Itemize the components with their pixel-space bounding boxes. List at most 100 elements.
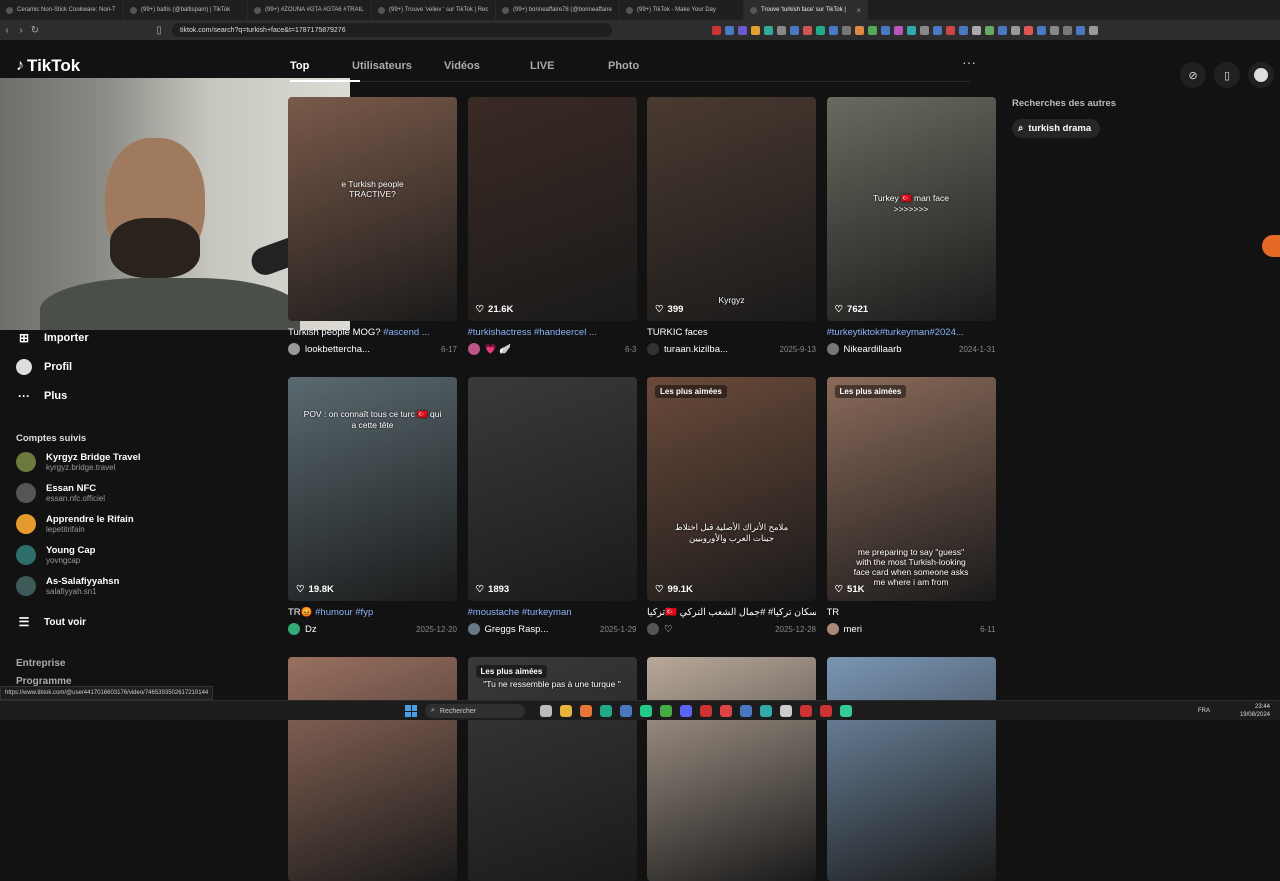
extension-icon[interactable] [712, 25, 721, 35]
browser-tab[interactable]: Trouve 'turkish face' sur TikTok | × [744, 0, 868, 20]
taskbar-app-icon[interactable] [620, 705, 632, 717]
tab-photo[interactable]: Photo [608, 60, 668, 80]
browser-tab[interactable]: Ceramic Non-Stick Cookware: Non-T [0, 0, 124, 20]
extension-icon[interactable] [725, 25, 734, 35]
compass-icon[interactable]: ⊘ [1180, 62, 1206, 88]
extension-icon[interactable] [790, 25, 799, 35]
extension-icon[interactable] [816, 25, 825, 35]
url-field[interactable]: tiktok.com/search?q=turkish+face&t=17871… [172, 23, 612, 37]
followed-account[interactable]: Young Cap yovngcap [16, 545, 95, 565]
author-name[interactable]: Dz [305, 624, 317, 635]
video-thumbnail[interactable]: Les plus aimées ملامح الأتراك الأصلية قبل… [647, 377, 816, 601]
taskbar-app-icon[interactable] [680, 705, 692, 717]
extension-icon[interactable] [1050, 25, 1059, 35]
back-icon[interactable]: ‹ [0, 25, 14, 36]
video-thumbnail[interactable]: POV : on connaît tous ce turc 🇹🇷 qui a c… [288, 377, 457, 601]
browser-tab[interactable]: (99+) TikTok - Make Your Day [620, 0, 744, 20]
extension-icon[interactable] [855, 25, 864, 35]
extension-icon[interactable] [803, 25, 812, 35]
followed-account[interactable]: As-Salafiyyahsn salafiyyah.sn1 [16, 576, 119, 596]
sidebar-import[interactable]: ⊞ Importer [16, 330, 89, 346]
browser-tab[interactable]: (99+) baltis (@baltispam) | TikTok [124, 0, 248, 20]
video-thumbnail[interactable]: Les plus aimées me preparing to say "gues… [826, 377, 996, 601]
video-card[interactable]: Kyrgyz ♡ 399 TURKIC faces turaan.kizilba... 2… [647, 97, 816, 355]
extension-icon[interactable] [894, 25, 903, 35]
author-name[interactable]: Nikeardillaarb [844, 344, 902, 355]
footer-entreprise[interactable]: Entreprise [16, 658, 65, 669]
extension-icon[interactable] [985, 25, 994, 35]
author-name[interactable]: meri [844, 624, 862, 635]
more-options-icon[interactable]: ··· [962, 54, 976, 70]
extension-icon[interactable] [907, 25, 916, 35]
followed-account[interactable]: Essan NFC essan.nfc.officiel [16, 483, 105, 503]
tab-live[interactable]: LIVE [530, 60, 608, 80]
taskbar-app-icon[interactable] [660, 705, 672, 717]
video-thumbnail[interactable]: Turkey 🇹🇷 man face >>>>>>> ♡ 7621 [826, 97, 996, 321]
extension-icon[interactable] [881, 25, 890, 35]
extension-icon[interactable] [933, 25, 942, 35]
video-description[interactable]: TR😡 #humour #fyp [288, 607, 457, 618]
taskbar-app-icon[interactable] [820, 705, 832, 717]
video-thumbnail[interactable]: Kyrgyz ♡ 399 [647, 97, 816, 321]
taskbar-app-icon[interactable] [560, 705, 572, 717]
taskbar-app-icon[interactable] [840, 705, 852, 717]
video-description[interactable]: #moustache #turkeyman [468, 607, 637, 618]
browser-tab[interactable]: (99+) bonneaffaire78 (@bonneaffaire [496, 0, 620, 20]
author-name[interactable]: 💗 🪽 [485, 344, 511, 355]
avatar[interactable] [1248, 62, 1274, 88]
video-card[interactable]: Les plus aimées me preparing to say "gues… [826, 377, 996, 635]
desc-hashtags[interactable]: #moustache #turkeyman [468, 607, 572, 618]
phone-icon[interactable]: ▯ [1214, 62, 1240, 88]
taskbar-app-icon[interactable] [640, 705, 652, 717]
taskbar-app-icon[interactable] [800, 705, 812, 717]
author-name[interactable]: lookbettercha... [305, 344, 370, 355]
see-all-link[interactable]: ☰ Tout voir [16, 614, 86, 630]
tiktok-logo[interactable]: ♪ TikTok [16, 56, 80, 76]
extension-icon[interactable] [972, 25, 981, 35]
followed-account[interactable]: Apprendre le Rifain lepetitrifain [16, 514, 134, 534]
desc-hashtags[interactable]: #turkeytiktok#turkeyman#2024... [827, 327, 964, 338]
video-card[interactable]: ♡ 21.6K #turkishactress #handeercel ... 💗 🪽… [467, 97, 637, 355]
extension-icon[interactable] [868, 25, 877, 35]
video-card[interactable]: Les plus aimées ملامح الأتراك الأصلية قبل… [647, 377, 816, 635]
extension-icon[interactable] [764, 25, 773, 35]
tab-utilisateurs[interactable]: Utilisateurs [352, 60, 444, 80]
taskbar-app-icon[interactable] [580, 705, 592, 717]
video-thumbnail[interactable] [647, 657, 816, 881]
video-card[interactable]: ♡ 1893 #moustache #turkeyman Greggs Rasp...… [467, 377, 637, 635]
video-description[interactable]: Turkish people MOG? #ascend ... [288, 327, 457, 338]
video-card[interactable]: POV : on connaît tous ce turc 🇹🇷 qui a c… [288, 377, 457, 635]
language-indicator[interactable]: FRA [1198, 708, 1210, 714]
video-card[interactable] [826, 657, 996, 881]
sidebar-more[interactable]: ··· Plus [16, 388, 67, 404]
extension-icon[interactable] [959, 25, 968, 35]
taskbar-search[interactable]: ⌕ Rechercher [425, 704, 525, 718]
author-name[interactable]: ♡ [664, 624, 673, 635]
bookmark-icon[interactable]: ▯ [152, 25, 166, 36]
extension-icon[interactable] [1024, 25, 1033, 35]
extension-icon[interactable] [738, 25, 747, 35]
video-card[interactable]: Les plus aimées "Tu ne ressemble pas à un… [467, 657, 637, 881]
close-icon[interactable]: × [856, 6, 861, 15]
floating-extension-badge[interactable] [1262, 235, 1280, 257]
browser-tab[interactable]: (99+) #ZOUNA #GTA #GTA6 #TRAIL [248, 0, 372, 20]
video-card[interactable]: e Turkish people TRACTIVE? Turkish people… [288, 97, 457, 355]
desc-hashtags[interactable]: #humour #fyp [315, 607, 373, 618]
video-thumbnail[interactable]: ♡ 1893 [467, 377, 637, 601]
extension-icon[interactable] [1037, 25, 1046, 35]
forward-icon[interactable]: › [14, 25, 28, 36]
taskbar-app-icon[interactable] [700, 705, 712, 717]
tab-top[interactable]: Top [290, 60, 352, 80]
extension-icon[interactable] [842, 25, 851, 35]
extension-icon[interactable] [777, 25, 786, 35]
desc-hashtags[interactable]: #turkishactress #handeercel ... [468, 327, 597, 338]
extension-icon[interactable] [751, 25, 760, 35]
extension-icon[interactable] [1011, 25, 1020, 35]
author-name[interactable]: turaan.kizilba... [664, 344, 728, 355]
extension-icon[interactable] [998, 25, 1007, 35]
reload-icon[interactable]: ↻ [28, 25, 42, 36]
video-thumbnail[interactable] [826, 657, 996, 881]
desc-hashtags[interactable]: #ascend ... [383, 327, 429, 338]
video-card[interactable]: Turkey 🇹🇷 man face >>>>>>> ♡ 7621 #turkeyti… [826, 97, 996, 355]
windows-start-icon[interactable] [405, 705, 417, 717]
